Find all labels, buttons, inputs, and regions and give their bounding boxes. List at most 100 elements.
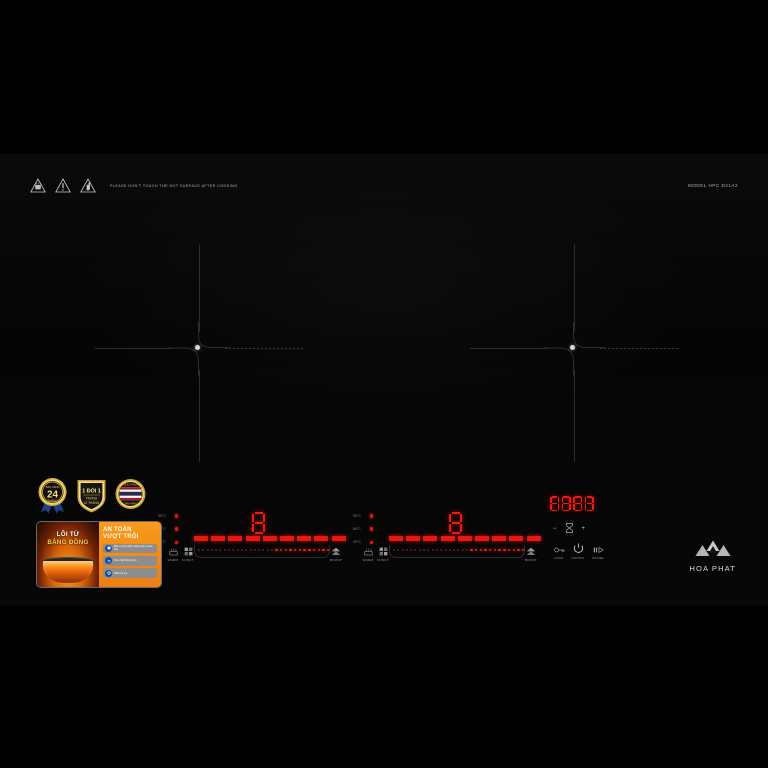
warning-text: PLEASE DON'T TOUCH THE HOT SURFACE AFTER… xyxy=(110,183,238,188)
temp-preset-label: 40°C xyxy=(353,540,361,545)
promo-title-line2: VƯỢT TRỘI xyxy=(103,534,139,540)
timer-seven-segment-digit xyxy=(561,496,571,511)
zone-mark-dotted-right xyxy=(600,348,680,349)
temp-preset-led xyxy=(175,527,179,531)
badge-one-to-one-exchange: 1 ĐỔI 1 TRONG 12 THÁNG xyxy=(74,476,109,514)
power-segment xyxy=(228,536,243,541)
power-segment xyxy=(474,536,489,541)
boost-arrow-icon xyxy=(526,547,536,556)
pause-button[interactable]: PAUSE xyxy=(585,545,611,560)
badge-made-in-thailand: MADE IN THAILAND CHÍNH HÃNG xyxy=(113,476,148,514)
general-warning-icon xyxy=(55,178,71,193)
power-segment xyxy=(440,536,455,541)
timer-seven-segment-digit xyxy=(573,496,583,511)
temp-preset-row[interactable]: 90°C xyxy=(158,513,179,519)
power-segment xyxy=(406,536,421,541)
do-not-touch-warning-icon xyxy=(80,178,96,193)
boost-button-right[interactable]: BOOST xyxy=(518,547,544,562)
pan-graphic xyxy=(43,561,93,583)
seven-segment-digit xyxy=(449,512,462,534)
promo-left-panel: LÕI TỪ BẢNG ĐỒNG xyxy=(37,522,99,587)
svg-text:CHÍNH HÃNG: CHÍNH HÃNG xyxy=(123,503,138,506)
induction-hob-screenshot: PLEASE DON'T TOUCH THE HOT SURFACE AFTER… xyxy=(0,0,768,768)
hoa-phat-mountain-icon xyxy=(692,540,734,562)
power-segment xyxy=(457,536,472,541)
svg-text:12 THÁNG: 12 THÁNG xyxy=(84,501,100,505)
zone-mark-vertical-bottom xyxy=(198,370,200,462)
power-segment xyxy=(423,536,438,541)
function-button-label: FUNCT xyxy=(377,557,389,562)
key-lock-icon xyxy=(553,545,565,554)
power-segment xyxy=(262,536,277,541)
power-segment xyxy=(279,536,294,541)
zone-mark-curve-lower xyxy=(543,342,583,376)
timer-seven-segment-digit xyxy=(550,496,559,511)
temp-preset-label: 90°C xyxy=(158,514,166,518)
promo-feature-text: Nhận trẻ em xyxy=(114,571,128,575)
zone-mark-vertical-top xyxy=(573,244,575,332)
function-grid-icon xyxy=(184,547,193,556)
timer-icon[interactable] xyxy=(565,520,574,538)
slider-bracket-left xyxy=(194,545,330,558)
power-segment xyxy=(297,536,312,541)
brand-name: HOA PHAT xyxy=(689,564,736,573)
temp-preset-row[interactable]: 40°C xyxy=(353,539,374,545)
timer-increase-button[interactable]: + xyxy=(582,526,586,532)
svg-text:MADE IN THAILAND: MADE IN THAILAND xyxy=(120,483,142,486)
promo-left-line2: BẢNG ĐỒNG xyxy=(47,539,89,546)
function-grid-icon xyxy=(379,547,388,556)
promo-left-text: LÕI TỪ BẢNG ĐỒNG xyxy=(37,531,99,546)
svg-text:1 ĐỔI 1: 1 ĐỔI 1 xyxy=(82,488,101,495)
zone-mark-horizontal-left xyxy=(470,348,548,349)
power-segment xyxy=(194,536,208,541)
shield-icon xyxy=(105,544,112,552)
hot-surface-warning-icon xyxy=(30,178,46,193)
timer-seven-segment-digit xyxy=(584,496,594,511)
temp-preset-led xyxy=(370,514,374,518)
seven-segment-digit xyxy=(252,512,265,534)
promo-right-panel: AN TOÀN VƯỢT TRỘI Bảo vệ hợp nhất, chống… xyxy=(99,522,161,587)
gear-icon xyxy=(105,569,112,577)
power-level-display-right xyxy=(449,512,462,539)
timer-decrease-button[interactable]: − xyxy=(553,526,557,532)
boost-button-label: BOOST xyxy=(329,557,343,562)
pause-button-label: PAUSE xyxy=(592,555,604,560)
zone-center-dot xyxy=(570,345,575,350)
power-bargraph-right xyxy=(389,536,541,541)
boost-button-left[interactable]: BOOST xyxy=(323,547,349,562)
cooking-zone-left xyxy=(90,230,320,470)
zone-mark-vertical-bottom xyxy=(573,370,575,462)
power-segment xyxy=(492,536,507,541)
promo-left-line1: LÕI TỪ xyxy=(56,531,80,538)
temp-preset-led xyxy=(370,540,374,545)
cooking-zone-right xyxy=(465,230,695,470)
temp-preset-row[interactable]: 80°C xyxy=(353,526,374,532)
temp-preset-row[interactable]: 90°C xyxy=(353,513,374,519)
temp-preset-column-right: 90°C 80°C 40°C xyxy=(353,513,374,545)
power-segment xyxy=(509,536,524,541)
promo-feature-text: Bảo vệ hợp nhất, chống dán an toàn cao xyxy=(114,545,153,552)
boost-arrow-icon xyxy=(331,547,341,556)
zone-center-dot xyxy=(195,345,200,350)
svg-text:THÁNG: THÁNG xyxy=(48,499,57,503)
temp-preset-led xyxy=(370,527,374,531)
temp-preset-label: 90°C xyxy=(353,514,361,518)
power-segment xyxy=(211,536,226,541)
badge-warranty-24: BẢO HÀNH 24 THÁNG xyxy=(35,476,70,514)
promo-feature-item: Bảo vệ hợp nhất, chống dán an toàn cao xyxy=(103,543,157,554)
function-button-left[interactable]: FUNCT xyxy=(175,547,201,562)
promo-feature-text: Tản nhiệt thông minh xyxy=(114,559,137,563)
pause-icon xyxy=(593,545,604,554)
power-segment xyxy=(314,536,329,541)
zone-mark-curve-lower xyxy=(168,342,208,376)
function-button-right[interactable]: FUNCT xyxy=(370,547,396,562)
brand-logo: HOA PHAT xyxy=(689,540,736,573)
lock-button-label: LOCK xyxy=(554,555,564,560)
temp-preset-led xyxy=(175,514,179,518)
timer-display xyxy=(550,496,594,511)
temp-preset-led xyxy=(175,540,179,545)
boost-button-label: BOOST xyxy=(524,557,538,562)
power-bargraph-left xyxy=(194,536,346,541)
fan-icon xyxy=(105,557,112,565)
power-segment xyxy=(389,536,403,541)
